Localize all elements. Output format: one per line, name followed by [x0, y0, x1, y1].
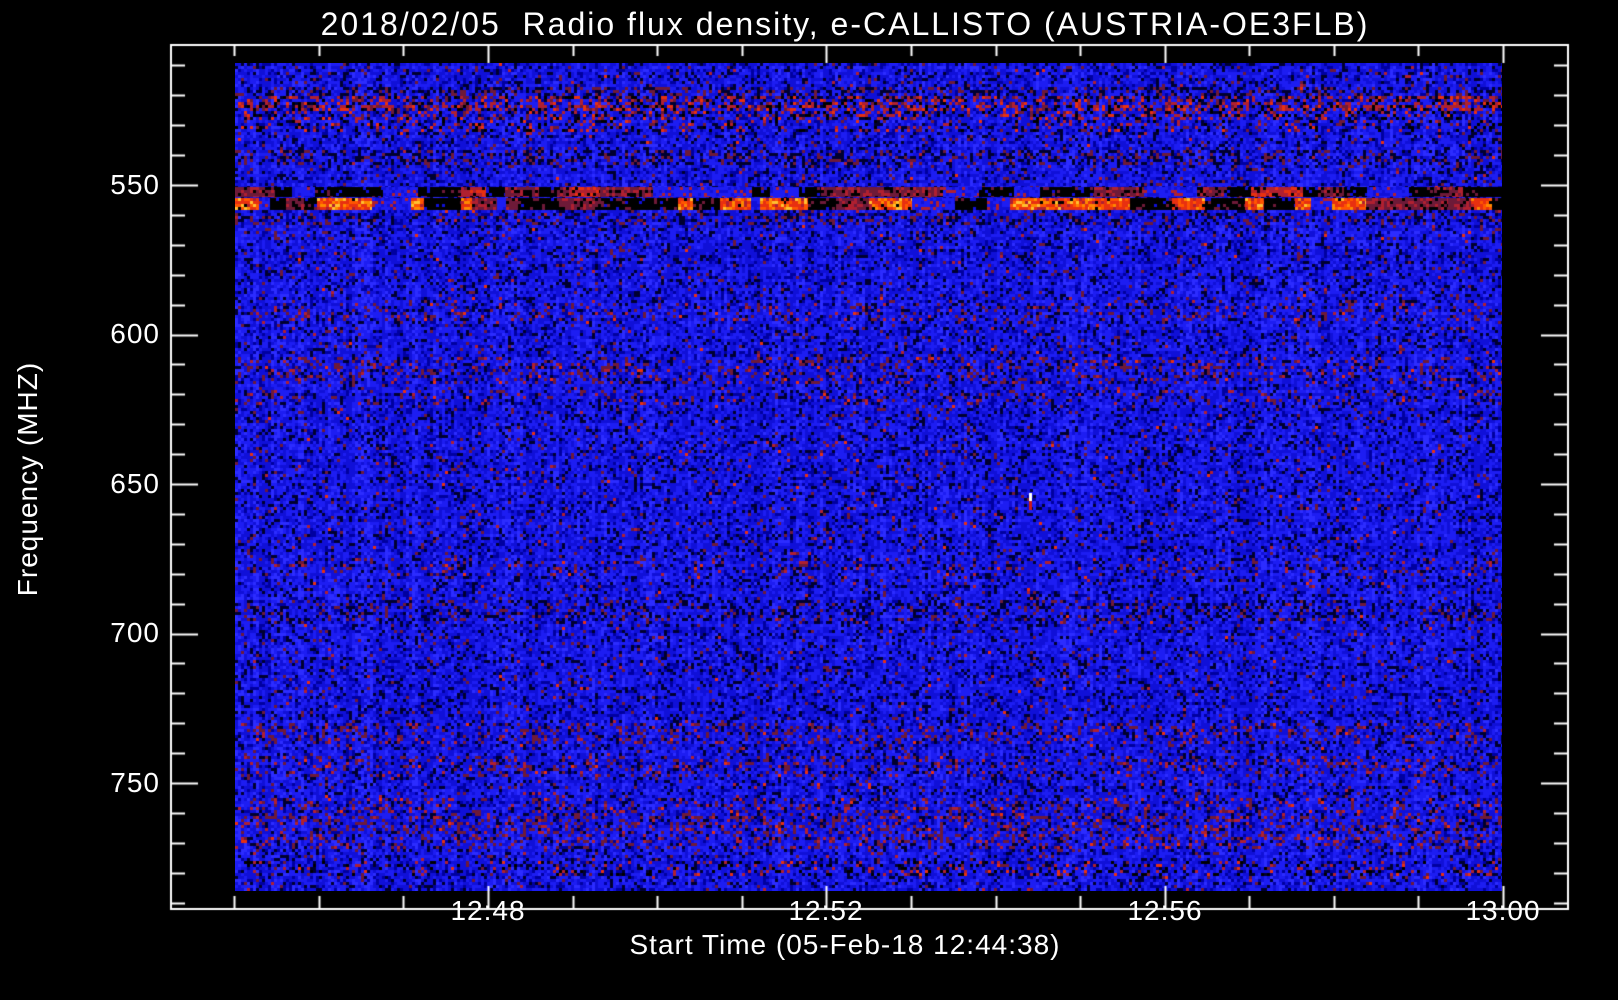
spectrogram-page: 2018/02/05 Radio flux density, e-CALLIST…	[0, 0, 1618, 1000]
x-tick-1252: 12:52	[788, 895, 864, 926]
y-tick-650: 650	[110, 468, 160, 499]
y-tick-750: 750	[110, 767, 160, 798]
y-tick-700: 700	[110, 617, 160, 648]
x-tick-1248: 12:48	[450, 895, 526, 926]
x-tick-1256: 12:56	[1127, 895, 1203, 926]
y-tick-550: 550	[110, 169, 160, 200]
x-axis-title: Start Time (05-Feb-18 12:44:38)	[629, 929, 1061, 960]
y-tick-600: 600	[110, 318, 160, 349]
x-tick-1300: 13:00	[1465, 895, 1541, 926]
axes-frame	[0, 0, 1618, 1000]
y-axis-title: Frequency (MHZ)	[12, 361, 43, 597]
